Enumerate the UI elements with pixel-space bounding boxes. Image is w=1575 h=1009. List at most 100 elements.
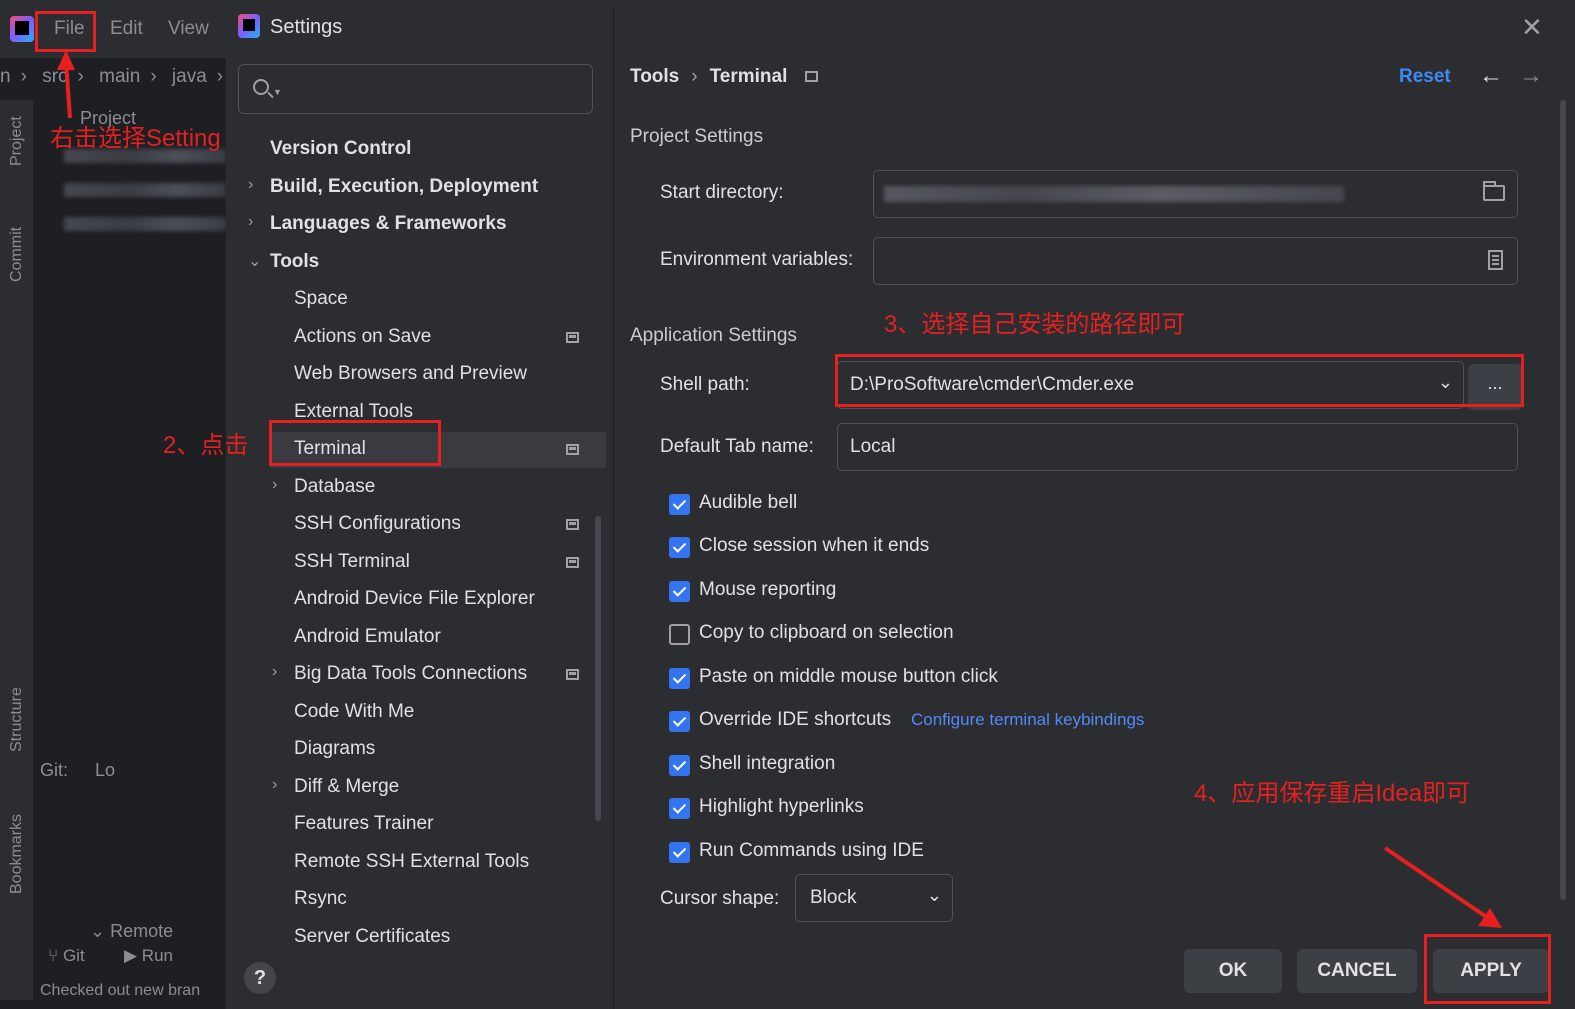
- checkbox-unchecked[interactable]: [669, 624, 690, 645]
- project-scope-icon: [566, 332, 579, 343]
- tree-item[interactable]: › Big Data Tools Connections: [226, 657, 606, 693]
- chevron-down-icon[interactable]: ⌄: [248, 251, 261, 271]
- project-scope-icon: [805, 71, 819, 83]
- tree-item[interactable]: SSH Terminal: [226, 545, 606, 581]
- tree-item-label: Features Trainer: [294, 813, 434, 834]
- tree-item[interactable]: › Database: [226, 470, 606, 506]
- tree-item[interactable]: Android Emulator: [226, 620, 606, 656]
- stripe-bookmarks[interactable]: Bookmarks: [8, 814, 26, 894]
- checkbox-label: Paste on middle mouse button click: [699, 666, 998, 687]
- tool-window-stripe: Project Commit Structure Bookmarks: [0, 100, 34, 1000]
- tree-item-label: Space: [294, 288, 348, 309]
- tree-row-blurred[interactable]: [64, 217, 226, 231]
- tree-item[interactable]: Remote SSH External Tools: [226, 845, 606, 881]
- tree-item[interactable]: Version Control: [226, 132, 606, 168]
- tree-item[interactable]: SSH Configurations: [226, 507, 606, 543]
- tree-row-blurred[interactable]: [64, 183, 226, 197]
- tree-item-label: Android Device File Explorer: [294, 588, 535, 609]
- cursor-shape-select[interactable]: Block ⌄: [795, 874, 953, 922]
- tree-item-label: Android Emulator: [294, 626, 441, 647]
- menu-view[interactable]: View: [168, 18, 209, 40]
- tree-item[interactable]: Android Device File Explorer: [226, 582, 606, 618]
- checkbox-checked[interactable]: [669, 755, 690, 776]
- document-icon[interactable]: [1488, 250, 1503, 270]
- tree-item-label: SSH Configurations: [294, 513, 461, 534]
- intellij-logo-icon: [10, 16, 34, 42]
- content-scrollbar[interactable]: [1560, 100, 1566, 900]
- cursor-shape-label: Cursor shape:: [660, 888, 780, 909]
- chevron-right-icon[interactable]: ›: [272, 776, 277, 794]
- chevron-right-icon[interactable]: ›: [248, 213, 253, 231]
- stripe-project[interactable]: Project: [8, 116, 26, 166]
- chevron-right-icon[interactable]: ›: [272, 476, 277, 494]
- breadcrumb-tools[interactable]: Tools: [630, 66, 679, 87]
- cursor-shape-value: Block: [810, 887, 857, 908]
- forward-arrow-icon[interactable]: →: [1519, 62, 1543, 90]
- start-directory-field[interactable]: [873, 170, 1518, 218]
- tree-item-label: Tools: [270, 251, 320, 272]
- chevron-right-icon[interactable]: ›: [272, 663, 277, 681]
- project-scope-icon: [566, 519, 579, 530]
- env-vars-field[interactable]: [873, 237, 1518, 285]
- git-tab-label: Git:: [40, 760, 69, 780]
- checkbox-checked[interactable]: [669, 711, 690, 732]
- breadcrumb-item[interactable]: main: [99, 66, 140, 87]
- breadcrumb-item[interactable]: src: [42, 66, 67, 87]
- ide-menubar: File Edit View: [0, 0, 226, 58]
- checkbox-checked[interactable]: [669, 798, 690, 819]
- chevron-right-icon[interactable]: ›: [248, 176, 253, 194]
- env-vars-label: Environment variables:: [660, 249, 854, 270]
- bottom-run-tab[interactable]: ▶ Run: [124, 946, 173, 966]
- tree-item-label: Diff & Merge: [294, 776, 400, 797]
- tree-item[interactable]: ⌄ Tools: [226, 245, 606, 281]
- project-scope-icon: [566, 557, 579, 568]
- back-arrow-icon[interactable]: ←: [1479, 62, 1503, 90]
- checkbox-checked[interactable]: [669, 494, 690, 515]
- start-directory-label: Start directory:: [660, 182, 784, 203]
- tree-item[interactable]: › Diff & Merge: [226, 770, 606, 806]
- reset-link[interactable]: Reset: [1399, 66, 1451, 88]
- checkbox-checked[interactable]: [669, 842, 690, 863]
- git-local-tab[interactable]: Lo: [95, 760, 115, 780]
- checkbox-checked[interactable]: [669, 537, 690, 558]
- checkbox-checked[interactable]: [669, 668, 690, 689]
- git-remote-node[interactable]: ⌄ Remote: [90, 921, 226, 942]
- ok-button[interactable]: OK: [1184, 949, 1282, 993]
- bottom-git-tab[interactable]: ⑂ Git: [48, 946, 85, 966]
- close-icon[interactable]: ✕: [1521, 12, 1543, 43]
- annotation-step3: 3、选择自己安装的路径即可: [884, 311, 1186, 338]
- annotation-step1: 右击选择Setting: [50, 125, 221, 152]
- default-tab-field[interactable]: Local: [837, 423, 1518, 471]
- git-panel: Git: Lo ⌄ Remote: [40, 760, 226, 942]
- tree-item[interactable]: Rsync: [226, 882, 606, 918]
- tree-item[interactable]: Diagrams: [226, 732, 606, 768]
- checkbox-label: Highlight hyperlinks: [699, 796, 864, 817]
- search-icon: [253, 79, 269, 95]
- tree-item[interactable]: Server Certificates: [226, 920, 606, 956]
- stripe-structure[interactable]: Structure: [8, 687, 26, 752]
- ide-breadcrumb: n › src › main › java ›: [0, 66, 224, 87]
- checkbox-label: Close session when it ends: [699, 535, 930, 556]
- tree-item[interactable]: › Languages & Frameworks: [226, 207, 606, 243]
- checkbox-checked[interactable]: [669, 581, 690, 602]
- tree-item[interactable]: › Build, Execution, Deployment: [226, 170, 606, 206]
- tree-item[interactable]: Web Browsers and Preview: [226, 357, 606, 393]
- help-button[interactable]: ?: [244, 962, 276, 994]
- tree-item-label: Database: [294, 476, 376, 497]
- bottom-toolbar: ⑂ Git ▶ Run: [0, 940, 226, 970]
- status-bar: Checked out new bran: [40, 982, 201, 999]
- tree-item[interactable]: Actions on Save: [226, 320, 606, 356]
- menu-edit[interactable]: Edit: [110, 18, 143, 40]
- folder-icon[interactable]: [1483, 181, 1505, 201]
- annotation-step4: 4、应用保存重启Idea即可: [1194, 780, 1471, 807]
- tree-item[interactable]: Code With Me: [226, 695, 606, 731]
- tree-item[interactable]: Features Trainer: [226, 807, 606, 843]
- settings-search-input[interactable]: ▼: [238, 64, 593, 114]
- sidebar-scrollbar[interactable]: [595, 516, 601, 821]
- stripe-commit[interactable]: Commit: [8, 227, 26, 282]
- cancel-button[interactable]: CANCEL: [1297, 949, 1417, 993]
- breadcrumb-item[interactable]: n: [0, 66, 11, 87]
- breadcrumb-item[interactable]: java: [172, 66, 207, 87]
- keybindings-link[interactable]: Configure terminal keybindings: [911, 710, 1144, 730]
- tree-item[interactable]: Space: [226, 282, 606, 318]
